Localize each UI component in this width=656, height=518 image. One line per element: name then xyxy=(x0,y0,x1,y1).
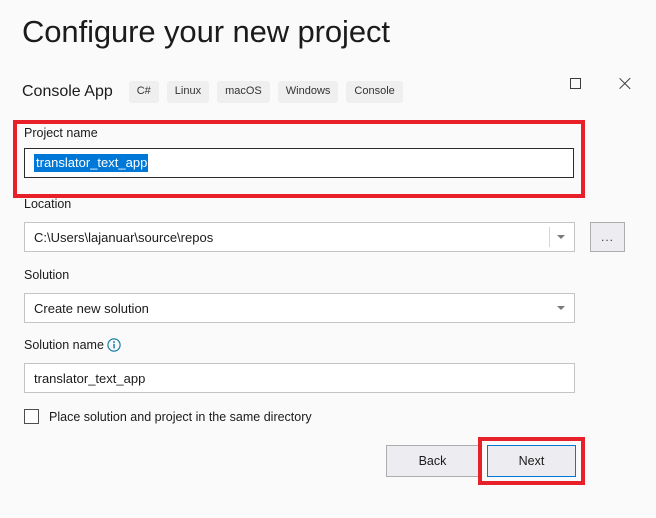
tag-chip-windows: Windows xyxy=(278,81,339,103)
project-template-summary: Console App C# Linux macOS Windows Conso… xyxy=(22,80,411,104)
same-directory-checkbox[interactable] xyxy=(24,409,39,424)
tag-chip-macos: macOS xyxy=(217,81,270,103)
tag-chip-language: C# xyxy=(129,81,159,103)
configure-project-dialog: Configure your new project Console App C… xyxy=(0,0,656,518)
location-value: C:\Users\lajanuar\source\repos xyxy=(34,230,551,245)
location-combobox[interactable]: C:\Users\lajanuar\source\repos xyxy=(24,222,575,252)
next-button[interactable]: Next xyxy=(487,445,576,477)
page-title: Configure your new project xyxy=(22,14,390,50)
close-button[interactable] xyxy=(612,70,638,96)
maximize-button[interactable] xyxy=(562,70,588,96)
same-directory-label: Place solution and project in the same d… xyxy=(49,410,312,424)
location-combo-divider xyxy=(549,227,550,247)
solution-name-label: Solution name xyxy=(24,338,104,352)
project-name-input[interactable]: translator_text_app xyxy=(24,148,574,178)
maximize-icon xyxy=(570,78,581,89)
solution-name-input[interactable]: translator_text_app xyxy=(24,363,575,393)
project-name-value: translator_text_app xyxy=(34,154,148,172)
location-label: Location xyxy=(24,197,71,211)
solution-label: Solution xyxy=(24,268,69,282)
solution-combobox[interactable]: Create new solution xyxy=(24,293,575,323)
chevron-down-icon xyxy=(557,306,565,310)
same-directory-row[interactable]: Place solution and project in the same d… xyxy=(24,409,312,424)
close-icon xyxy=(618,76,632,90)
solution-name-value: translator_text_app xyxy=(34,371,145,386)
solution-value: Create new solution xyxy=(34,301,551,316)
window-controls xyxy=(562,70,638,96)
browse-location-button[interactable]: ... xyxy=(590,222,625,252)
info-icon[interactable] xyxy=(107,338,121,352)
tag-chip-console: Console xyxy=(346,81,402,103)
template-name-label: Console App xyxy=(22,83,113,101)
back-button[interactable]: Back xyxy=(386,445,479,477)
project-name-label: Project name xyxy=(24,126,98,140)
chevron-down-icon xyxy=(557,235,565,239)
tag-chip-linux: Linux xyxy=(167,81,209,103)
